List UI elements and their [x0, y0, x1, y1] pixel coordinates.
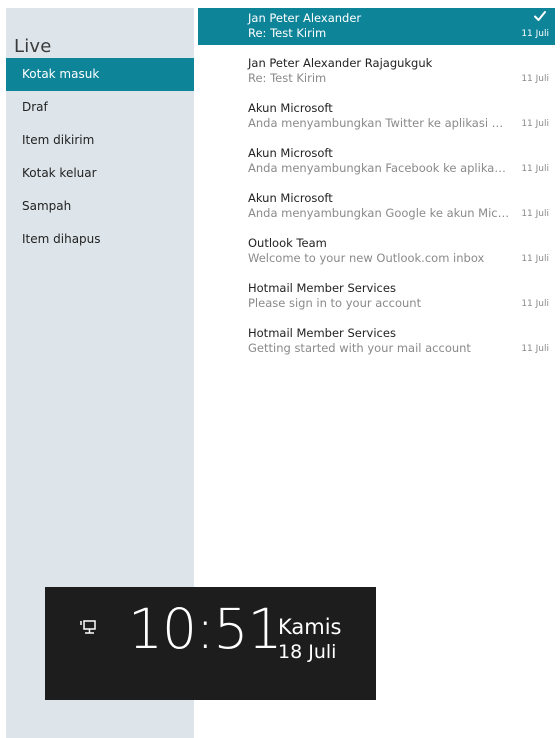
message-subject: Welcome to your new Outlook.com inbox: [248, 251, 485, 265]
message-item[interactable]: Akun Microsoft Anda menyambungkan Google…: [198, 188, 555, 225]
folder-inbox[interactable]: Kotak masuk: [6, 58, 194, 91]
account-title: Live: [14, 36, 52, 57]
message-item[interactable]: Akun Microsoft Anda menyambungkan Twitte…: [198, 98, 555, 135]
message-subject: Anda menyambungkan Google ke akun Micros…: [248, 206, 510, 220]
clock-time: 10:51: [128, 597, 283, 661]
message-date: 11 Juli: [521, 299, 549, 309]
message-date: 11 Juli: [521, 29, 549, 39]
folder-drafts[interactable]: Draf: [6, 91, 194, 124]
message-sender: Hotmail Member Services: [248, 281, 396, 295]
message-subject: Getting started with your mail account: [248, 341, 471, 355]
message-subject: Anda menyambungkan Facebook ke aplikasi …: [248, 161, 510, 175]
folder-deleted[interactable]: Item dihapus: [6, 223, 194, 256]
message-sender: Jan Peter Alexander: [248, 11, 362, 25]
message-date: 11 Juli: [521, 209, 549, 219]
message-sender: Outlook Team: [248, 236, 327, 250]
message-item[interactable]: Jan Peter Alexander Re: Test Kirim 11 Ju…: [198, 8, 555, 45]
message-subject: Anda menyambungkan Twitter ke aplikasi S…: [248, 116, 510, 130]
message-date: 11 Juli: [521, 344, 549, 354]
message-date: 11 Juli: [521, 164, 549, 174]
message-sender: Akun Microsoft: [248, 146, 333, 160]
folder-outbox[interactable]: Kotak keluar: [6, 157, 194, 190]
folder-junk[interactable]: Sampah: [6, 190, 194, 223]
message-sender: Hotmail Member Services: [248, 326, 396, 340]
message-item[interactable]: Hotmail Member Services Please sign in t…: [198, 278, 555, 315]
message-date: 11 Juli: [521, 119, 549, 129]
message-subject: Please sign in to your account: [248, 296, 422, 310]
message-sender: Jan Peter Alexander Rajagukguk: [248, 56, 433, 70]
message-sender: Akun Microsoft: [248, 101, 333, 115]
lock-screen-clock: 10:51 Kamis 18 Juli: [45, 587, 376, 700]
check-icon: [534, 11, 546, 21]
message-subject: Re: Test Kirim: [248, 71, 327, 85]
clock-day: Kamis: [278, 615, 342, 639]
message-item[interactable]: Outlook Team Welcome to your new Outlook…: [198, 233, 555, 270]
message-item[interactable]: Jan Peter Alexander Rajagukguk Re: Test …: [198, 53, 555, 90]
message-item[interactable]: Hotmail Member Services Getting started …: [198, 323, 555, 360]
folder-sent[interactable]: Item dikirim: [6, 124, 194, 157]
network-wired-icon: [80, 620, 96, 634]
clock-date: 18 Juli: [278, 641, 337, 663]
message-item[interactable]: Akun Microsoft Anda menyambungkan Facebo…: [198, 143, 555, 180]
message-subject: Re: Test Kirim: [248, 26, 327, 40]
message-date: 11 Juli: [521, 74, 549, 84]
message-sender: Akun Microsoft: [248, 191, 333, 205]
message-date: 11 Juli: [521, 254, 549, 264]
